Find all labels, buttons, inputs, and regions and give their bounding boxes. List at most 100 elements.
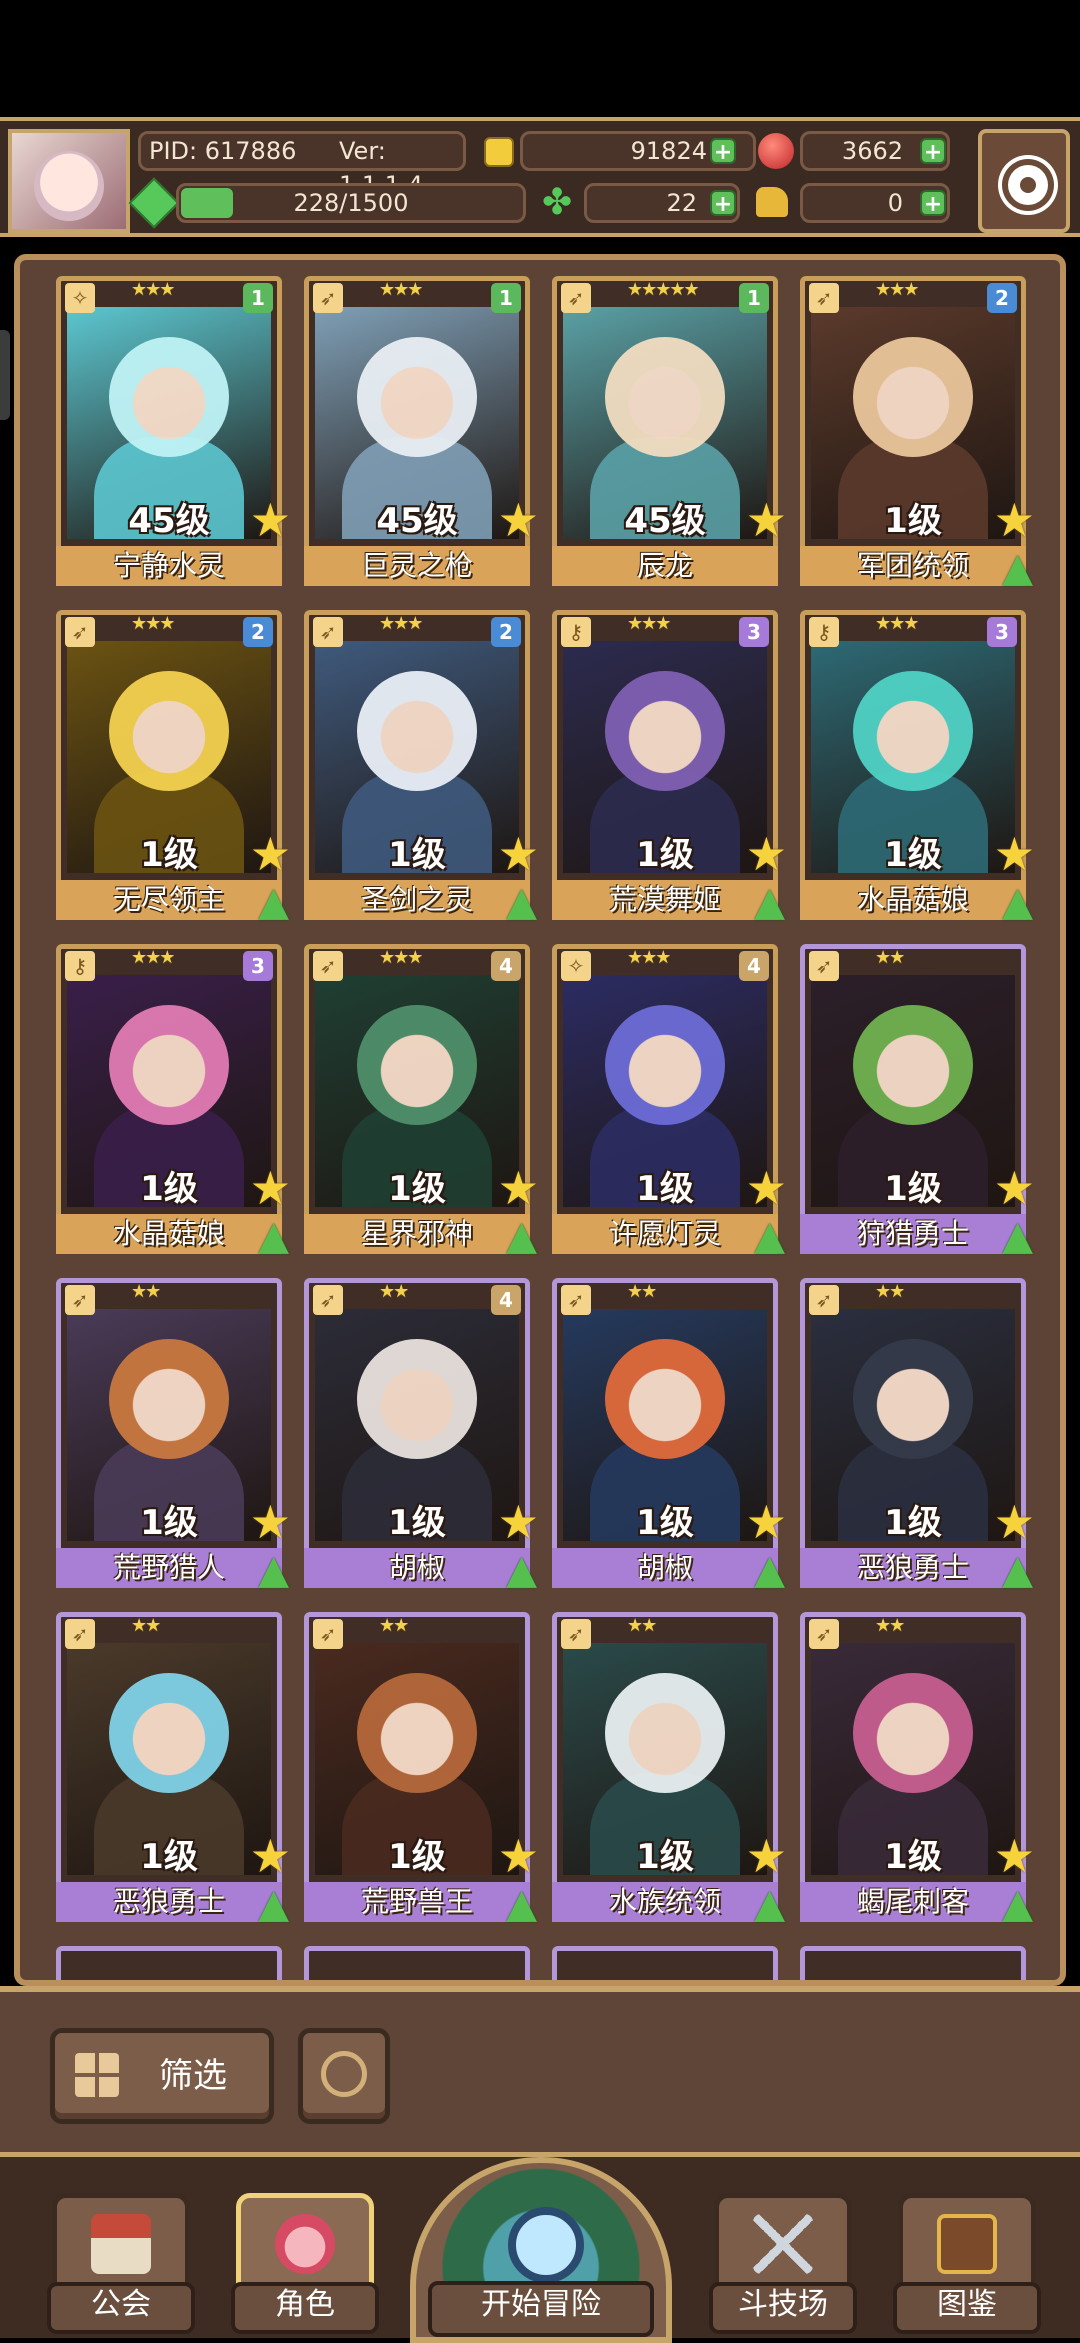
character-card[interactable]: ➶ ★★★ 2 1级 军团统领 ★ ▲ <box>800 276 1035 591</box>
character-level: 1级 <box>884 501 942 541</box>
character-card[interactable]: ➶ ★★ 1级 恶狼勇士 ★ ▲ <box>800 1278 1035 1593</box>
gear-icon <box>1008 165 1048 205</box>
book-icon <box>937 2214 997 2274</box>
crossed-swords-icon <box>753 2214 813 2274</box>
character-card[interactable]: ⚷ ★★★ 3 1级 水晶菇娘 ★ ▲ <box>56 944 291 1259</box>
character-card[interactable]: ✧ ★★★ 4 1级 许愿灯灵 ★ ▲ <box>552 944 787 1259</box>
character-card[interactable]: ➶ ★★ 1级 水族统领 ★ ▲ <box>552 1612 787 1927</box>
character-level: 45级 <box>128 501 210 541</box>
nav-character[interactable]: 角色 <box>231 2193 379 2334</box>
character-level: 1级 <box>636 1503 694 1543</box>
character-icon <box>275 2214 335 2274</box>
character-card[interactable]: ➶ ★★★ 4 1级 星界邪神 ★ ▲ <box>304 944 539 1259</box>
character-level: 1级 <box>388 1503 446 1543</box>
weapon-type-icon: ✧ <box>65 283 95 313</box>
character-card[interactable]: ➶ ★★★ 1 45级 巨灵之枪 ★ <box>304 276 539 586</box>
level-up-arrow-icon: ▲ <box>258 1213 289 1259</box>
star-upgrade-icon: ★ <box>249 1495 291 1549</box>
add-key-button[interactable]: + <box>920 190 946 217</box>
star-rating: ★★★ <box>379 279 423 300</box>
settings-button[interactable] <box>978 129 1070 233</box>
start-adventure-button[interactable]: 开始冒险 <box>410 2157 672 2343</box>
magnifier-icon <box>508 2207 584 2283</box>
star-upgrade-icon: ★ <box>497 493 539 547</box>
weapon-type-icon: ➶ <box>65 617 95 647</box>
character-card[interactable]: ➶ ★★ 4 1级 胡椒 ★ ▲ <box>304 1278 539 1593</box>
character-card[interactable]: ➶ ★★ 1级 蝎尾刺客 ★ ▲ <box>800 1612 1035 1927</box>
character-name: 狩猎勇士 <box>800 1214 1026 1254</box>
portrait-head <box>357 1339 477 1459</box>
character-roster-panel[interactable]: ✧ ★★★ 1 45级 宁静水灵 ★ ➶ ★★★ 1 45级 巨灵之枪 ★ ➶ ★★★★★ 1 45级 辰龙 ★ ➶… <box>14 254 1066 1986</box>
nav-guild[interactable]: 公会 <box>47 2193 195 2334</box>
grid-icon <box>75 2053 119 2097</box>
character-card[interactable]: ➶ ★★ 1级 荒野兽王 ★ ▲ <box>304 1612 539 1927</box>
level-up-arrow-icon: ▲ <box>1002 879 1033 925</box>
character-name: 蝎尾刺客 <box>800 1882 1026 1922</box>
character-card[interactable]: ➶ ★★★ 2 1级 圣剑之灵 ★ ▲ <box>304 610 539 925</box>
character-name: 辰龙 <box>552 546 778 586</box>
weapon-type-icon: ➶ <box>809 1619 839 1649</box>
star-upgrade-icon: ★ <box>249 493 291 547</box>
level-up-arrow-icon: ▲ <box>506 1213 537 1259</box>
portrait-head <box>605 1673 725 1793</box>
character-level: 1级 <box>636 1837 694 1877</box>
character-card[interactable]: ➶ ★★ 1级 恶狼勇士 ★ ▲ <box>56 1612 291 1927</box>
star-rating: ★★★ <box>131 279 175 300</box>
character-card[interactable]: ⚷ ★★★ 3 1级 水晶菇娘 ★ ▲ <box>800 610 1035 925</box>
character-card[interactable]: ➶ ★★ 1级 狩猎勇士 ★ ▲ <box>800 944 1035 1259</box>
portrait-head <box>853 671 973 791</box>
star-rating: ★★★ <box>627 613 671 634</box>
star-upgrade-icon: ★ <box>745 1161 787 1215</box>
character-card[interactable] <box>56 1946 282 1980</box>
level-up-arrow-icon: ▲ <box>754 1881 785 1927</box>
star-rating: ★★ <box>627 1281 657 1302</box>
weapon-type-icon: ➶ <box>809 1285 839 1315</box>
portrait-head <box>109 1005 229 1125</box>
character-name: 许愿灯灵 <box>552 1214 778 1254</box>
filter-button[interactable]: 筛选 <box>50 2028 274 2124</box>
star-upgrade-icon: ★ <box>249 1829 291 1883</box>
character-level: 1级 <box>884 1503 942 1543</box>
nav-guild-label: 公会 <box>47 2282 195 2334</box>
character-level: 45级 <box>376 501 458 541</box>
add-gem-button[interactable]: + <box>920 138 946 165</box>
sort-button[interactable] <box>298 2028 390 2124</box>
level-up-arrow-icon: ▲ <box>506 1547 537 1593</box>
portrait-head <box>357 1673 477 1793</box>
exp-gem-icon <box>128 177 180 229</box>
star-rating: ★★★ <box>131 613 175 634</box>
start-adventure-label: 开始冒险 <box>428 2281 654 2337</box>
add-gold-button[interactable]: + <box>710 138 736 165</box>
character-name: 胡椒 <box>552 1548 778 1588</box>
player-id: PID: 617886 <box>149 137 297 165</box>
level-up-arrow-icon: ▲ <box>754 1547 785 1593</box>
nav-codex[interactable]: 图鉴 <box>893 2193 1041 2334</box>
portrait-head <box>853 1673 973 1793</box>
tier-badge: 2 <box>987 283 1017 313</box>
top-status-bar: PID: 617886 Ver: 1.1.1.4 91824 + 3662 + … <box>0 117 1080 237</box>
character-card[interactable]: ✧ ★★★ 1 45级 宁静水灵 ★ <box>56 276 291 586</box>
character-card[interactable]: ➶ ★★★★★ 1 45级 辰龙 ★ <box>552 276 787 586</box>
portrait-head <box>605 1005 725 1125</box>
star-upgrade-icon: ★ <box>497 1829 539 1883</box>
character-card[interactable]: ➶ ★★ 1级 荒野猎人 ★ ▲ <box>56 1278 291 1593</box>
level-up-arrow-icon: ▲ <box>1002 545 1033 591</box>
character-card[interactable] <box>304 1946 530 1980</box>
add-clover-button[interactable]: + <box>710 190 736 217</box>
weapon-type-icon: ➶ <box>313 617 343 647</box>
nav-arena[interactable]: 斗技场 <box>709 2193 857 2334</box>
weapon-type-icon: ➶ <box>561 1619 591 1649</box>
character-card[interactable] <box>800 1946 1026 1980</box>
star-upgrade-icon: ★ <box>745 827 787 881</box>
player-avatar[interactable] <box>8 129 130 233</box>
weapon-type-icon: ➶ <box>809 951 839 981</box>
character-card[interactable]: ⚷ ★★★ 3 1级 荒漠舞姬 ★ ▲ <box>552 610 787 925</box>
character-card[interactable]: ➶ ★★★ 2 1级 无尽领主 ★ ▲ <box>56 610 291 925</box>
screen-edge-tab <box>0 330 10 420</box>
character-level: 1级 <box>388 1837 446 1877</box>
character-card[interactable] <box>552 1946 778 1980</box>
character-level: 1级 <box>140 1169 198 1209</box>
character-level: 1级 <box>388 1169 446 1209</box>
star-rating: ★★★ <box>379 613 423 634</box>
character-card[interactable]: ➶ ★★ 1级 胡椒 ★ ▲ <box>552 1278 787 1593</box>
